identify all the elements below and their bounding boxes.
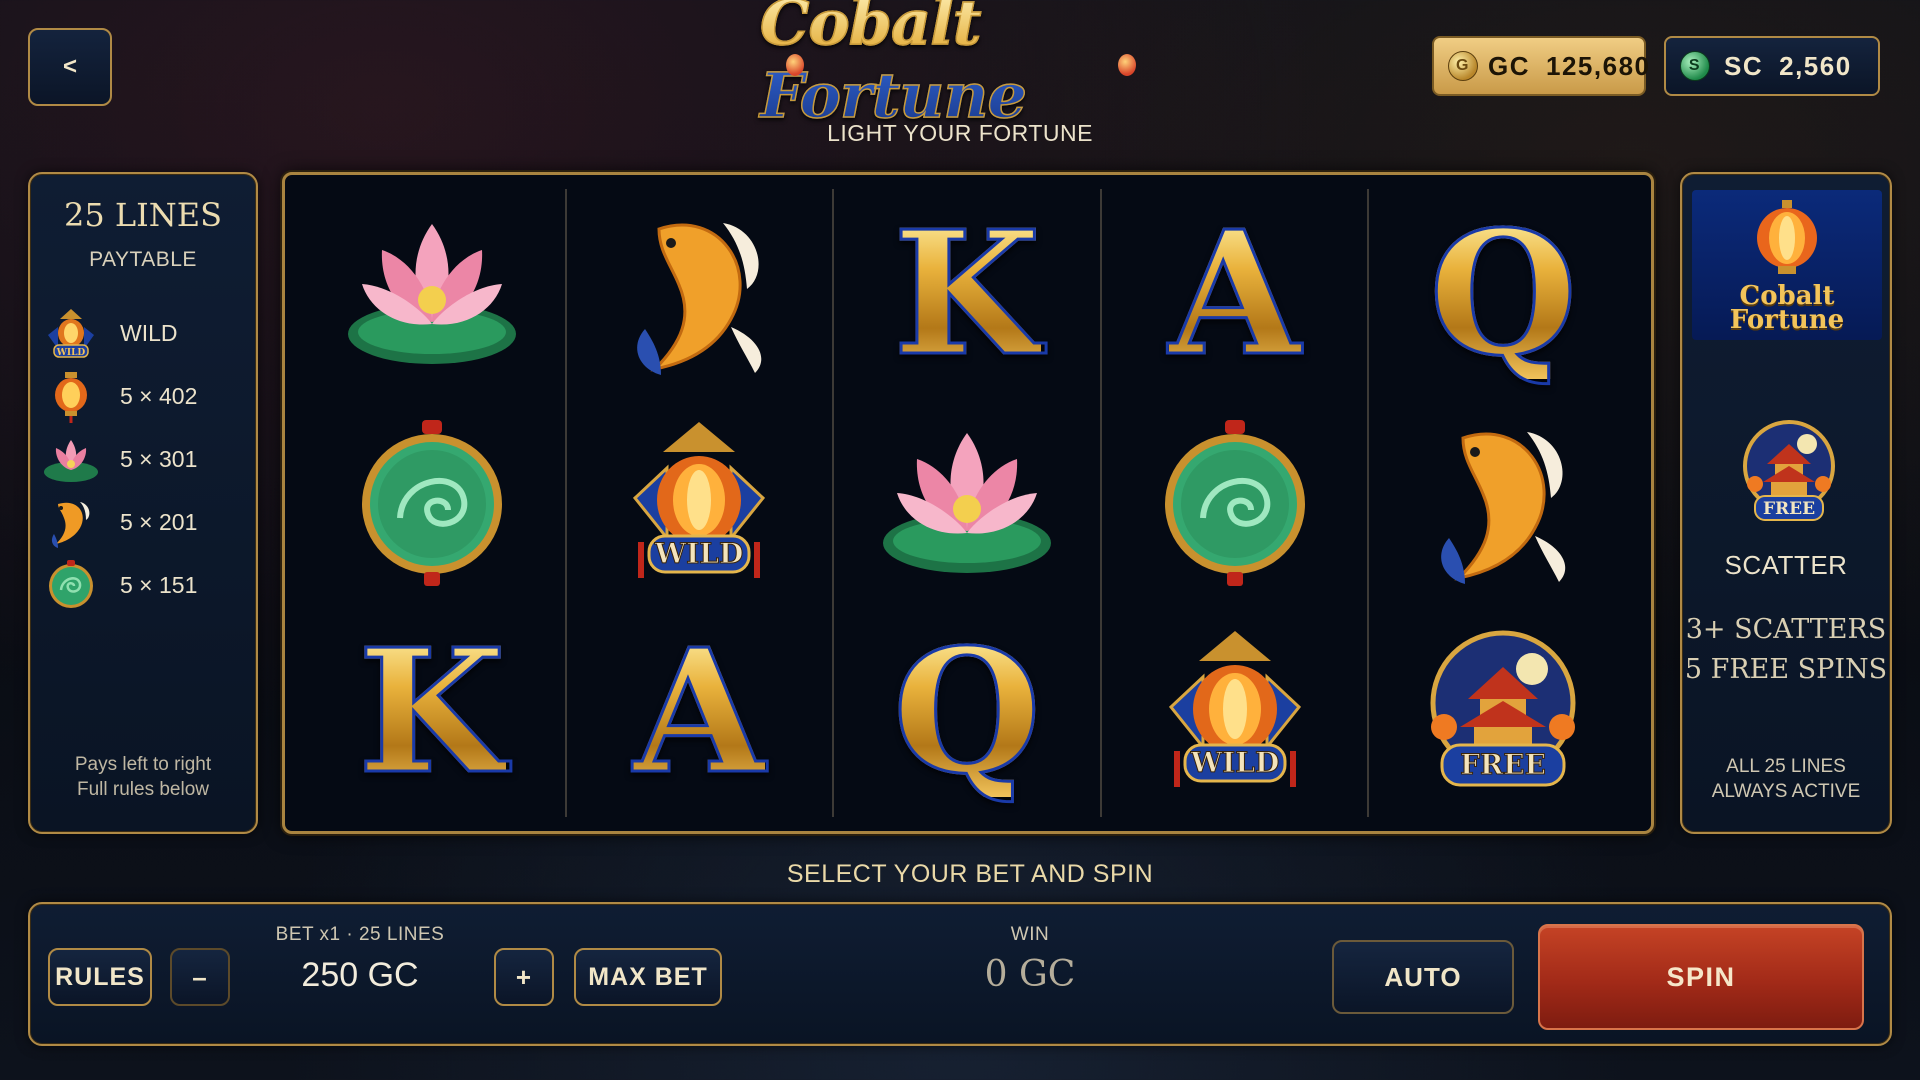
symbol-letter: A	[1167, 193, 1302, 394]
sc-balance[interactable]: S SC 2,560	[1664, 36, 1880, 96]
reel-column: Q FREE	[1369, 189, 1637, 817]
paytable-row: WILD WILD	[42, 302, 178, 364]
reel-column: KQ	[834, 189, 1102, 817]
paytable-row: 5 × 301	[42, 428, 197, 490]
jade-dragon-icon	[42, 556, 100, 614]
sweeps-coin-icon: S	[1680, 51, 1710, 81]
bet-prompt: SELECT YOUR BET AND SPIN	[786, 860, 1154, 888]
king-symbol: K	[299, 608, 565, 817]
paytable-footer: Pays left to right Full rules below	[30, 752, 256, 802]
gc-amount: 125,680	[1546, 50, 1651, 81]
svg-text:FREE: FREE	[1460, 748, 1546, 781]
paytable-footer-line: Pays left to right	[74, 754, 212, 775]
jade-dragon-symbol	[1102, 398, 1368, 607]
gc-label: GC	[1488, 50, 1530, 81]
scatter-desc-line: 5 FREE SPINS	[1684, 654, 1888, 685]
lantern-icon	[42, 367, 100, 425]
ace-symbol: A	[1102, 189, 1368, 398]
scatter-label: SCATTER	[1724, 550, 1848, 580]
paytable-panel: 25 LINES PAYTABLE WILD WILD 5 × 402 5 × …	[28, 172, 258, 834]
spin-button[interactable]: SPIN	[1538, 924, 1864, 1030]
gold-coin-icon: G	[1448, 51, 1478, 81]
win-label: WIN	[1010, 924, 1050, 945]
paytable-lines: 25 LINES	[63, 196, 223, 234]
paytable-value: 5 × 301	[120, 445, 198, 472]
scatter-desc-line: 3+ SCATTERS	[1685, 614, 1887, 645]
paytable-row: 5 × 151	[42, 554, 197, 616]
reel-column: K	[299, 189, 567, 817]
logo-lantern-icon	[786, 54, 804, 76]
symbol-letter: K	[892, 193, 1043, 394]
decrease-bet-button[interactable]: –	[170, 948, 230, 1006]
paytable-title: PAYTABLE	[89, 248, 197, 271]
scatter-description: 3+ SCATTERS 5 FREE SPINS	[1682, 610, 1890, 690]
mini-logo-line: Fortune	[1729, 305, 1845, 335]
paytable-footer-line: Full rules below	[77, 779, 209, 800]
tagline: LIGHT YOUR FORTUNE	[827, 120, 1093, 146]
symbol-letter: A	[632, 612, 767, 813]
free-scatter-symbol: FREE	[1369, 608, 1637, 817]
symbol-letter: K	[356, 612, 507, 813]
wild-lantern-icon: WILD	[42, 304, 100, 362]
symbol-letter: Q	[891, 612, 1042, 813]
win-value: 0 GC	[984, 954, 1076, 995]
koi-icon	[42, 493, 100, 551]
reel-grid: K WILD A K Q A WILD Q FREE	[299, 189, 1637, 817]
game-logo: Cobalt Fortune	[759, 0, 1160, 133]
svg-text:FREE: FREE	[1763, 499, 1815, 519]
paytable-row: 5 × 201	[42, 491, 197, 553]
mini-logo: Cobalt Fortune	[1692, 190, 1882, 340]
reel-area: K WILD A K Q A WILD Q FREE	[282, 172, 1654, 834]
autoplay-button[interactable]: AUTO	[1332, 940, 1514, 1014]
paytable-row: 5 × 402	[42, 365, 197, 427]
lotus-icon	[42, 430, 100, 488]
gc-balance[interactable]: G GC 125,680	[1432, 36, 1649, 96]
side-info-panel: Cobalt Fortune FREE SCATTER 3+ SCATTERS …	[1680, 172, 1892, 834]
sc-label: SC	[1724, 50, 1764, 81]
queen-symbol: Q	[1369, 189, 1637, 398]
symbol-letter: Q	[1428, 193, 1579, 394]
lines-note-line: ALL 25 LINES	[1726, 756, 1846, 777]
scatter-pagoda-icon: FREE	[1737, 414, 1841, 535]
wild-symbol: WILD	[567, 398, 833, 607]
wild-symbol: WILD	[1102, 608, 1368, 817]
logo-text: Cobalt Fortune	[759, 0, 1160, 133]
koi-symbol	[1369, 398, 1637, 607]
lines-note-line: ALWAYS ACTIVE	[1711, 781, 1861, 802]
sc-amount: 2,560	[1779, 50, 1852, 81]
reel-column: WILD A	[567, 189, 835, 817]
increase-bet-button[interactable]: +	[494, 948, 554, 1006]
max-bet-button[interactable]: MAX BET	[574, 948, 722, 1006]
ace-symbol: A	[567, 608, 833, 817]
queen-symbol: Q	[834, 608, 1100, 817]
lines-note: ALL 25 LINES ALWAYS ACTIVE	[1682, 754, 1890, 804]
bet-display: BET x1 · 25 LINES 250 GC	[244, 924, 476, 995]
win-display: WIN 0 GC	[910, 924, 1150, 995]
mini-logo-text: Cobalt Fortune	[1729, 283, 1845, 335]
back-button[interactable]: <	[28, 28, 112, 106]
control-bar: RULES – BET x1 · 25 LINES 250 GC + MAX B…	[28, 902, 1892, 1046]
lantern-icon	[1757, 200, 1817, 274]
paytable-value: WILD	[120, 319, 178, 346]
paytable-value: 5 × 402	[120, 382, 198, 409]
svg-text:WILD: WILD	[654, 537, 744, 570]
bet-amount: 250 GC	[301, 956, 419, 994]
svg-text:WILD: WILD	[56, 348, 86, 358]
lotus-symbol	[834, 398, 1100, 607]
reel-column: A WILD	[1102, 189, 1370, 817]
king-symbol: K	[834, 189, 1100, 398]
jade-dragon-symbol	[299, 398, 565, 607]
svg-text:WILD: WILD	[1189, 746, 1279, 779]
koi-symbol	[567, 189, 833, 398]
rules-button[interactable]: RULES	[48, 948, 152, 1006]
bet-meta: BET x1 · 25 LINES	[275, 924, 445, 945]
logo-lantern-icon	[1118, 54, 1136, 76]
lotus-symbol	[299, 189, 565, 398]
paytable-value: 5 × 151	[120, 571, 198, 598]
paytable-value: 5 × 201	[120, 508, 198, 535]
